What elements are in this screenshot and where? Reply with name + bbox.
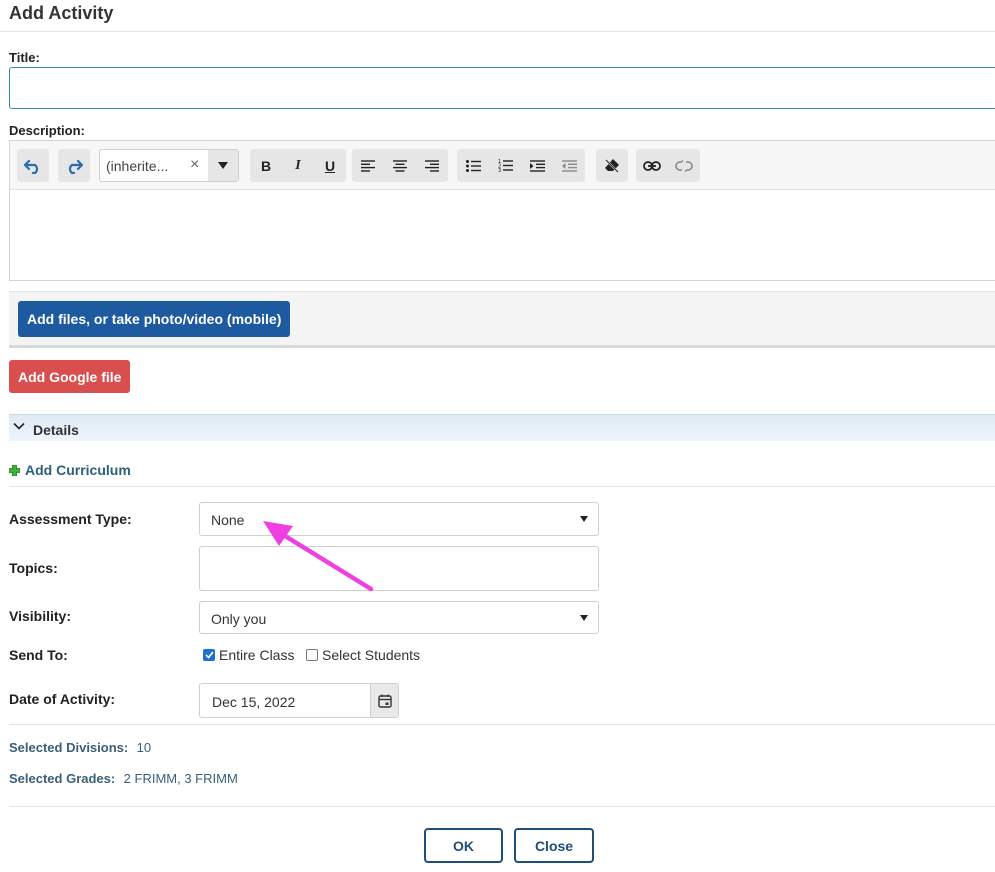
selected-grades-value: 2 FRIMM, 3 FRIMM [123, 771, 238, 786]
indent-button[interactable] [521, 149, 553, 182]
link-icon [643, 160, 661, 171]
visibility-label: Visibility: [9, 608, 71, 624]
selected-divisions-value: 10 [136, 740, 152, 755]
select-students-checkbox[interactable] [306, 649, 318, 661]
insert-link-button[interactable] [636, 149, 668, 182]
bold-button[interactable]: B [250, 149, 282, 182]
date-of-activity-label: Date of Activity: [9, 691, 116, 707]
clear-format-group [596, 149, 628, 182]
align-right-icon [425, 159, 439, 172]
description-label: Description: [9, 123, 85, 138]
caret-down-icon [218, 162, 228, 169]
check-icon [204, 651, 214, 659]
remove-link-button[interactable] [668, 149, 700, 182]
font-family-value: (inherite... [106, 158, 169, 174]
select-students-label: Select Students [322, 647, 421, 663]
date-divider [9, 724, 995, 725]
dialog-title: Add Activity [9, 3, 114, 23]
close-button[interactable]: Close [514, 828, 594, 863]
bold-icon: B [260, 157, 272, 174]
add-curriculum-label: Add Curriculum [25, 462, 131, 478]
bullet-list-button[interactable] [457, 149, 489, 182]
list-group: 123 [457, 149, 585, 182]
calendar-button[interactable] [370, 684, 398, 717]
editor-content-area[interactable] [10, 190, 995, 280]
calendar-icon [377, 694, 392, 708]
title-divider [0, 31, 995, 32]
visibility-select[interactable]: Only you [199, 601, 599, 634]
assessment-type-label: Assessment Type: [9, 511, 132, 527]
history-group [17, 149, 49, 182]
selected-divisions-label: Selected Divisions: [9, 740, 129, 755]
redo-button[interactable] [58, 149, 90, 182]
caret-down-icon [580, 516, 588, 522]
align-left-icon [361, 159, 375, 172]
details-label: Details [33, 422, 79, 438]
underline-button[interactable]: U [314, 149, 346, 182]
align-center-button[interactable] [384, 149, 416, 182]
clear-font-icon[interactable]: × [190, 156, 199, 174]
visibility-value: Only you [211, 611, 267, 627]
align-center-icon [393, 159, 407, 172]
outdent-button[interactable] [553, 149, 585, 182]
entire-class-label: Entire Class [219, 647, 295, 663]
editor-toolbar: (inherite... × B I U 1 2 3 [10, 141, 995, 190]
add-curriculum-link[interactable]: Add Curriculum [9, 462, 131, 478]
title-label: Title: [9, 50, 40, 65]
font-dropdown-button[interactable] [208, 150, 238, 181]
outdent-icon [561, 159, 577, 172]
curriculum-divider [9, 486, 995, 487]
align-right-button[interactable] [416, 149, 448, 182]
font-family-select[interactable]: (inherite... × [99, 149, 239, 182]
selected-divisions: Selected Divisions: 10 [9, 739, 151, 757]
select-students-option[interactable]: Select Students [306, 647, 420, 663]
selected-grades-label: Selected Grades: [9, 771, 116, 786]
date-value: Dec 15, 2022 [212, 694, 296, 710]
topics-label: Topics: [9, 560, 58, 576]
ok-button[interactable]: OK [424, 828, 503, 863]
caret-down-icon [580, 615, 588, 621]
assessment-type-value: None [211, 512, 245, 528]
selected-grades: Selected Grades: 2 FRIMM, 3 FRIMM [9, 770, 238, 788]
add-files-button[interactable]: Add files, or take photo/video (mobile) [18, 301, 291, 337]
numbered-list-button[interactable]: 123 [489, 149, 521, 182]
details-section-header[interactable]: Details [9, 414, 995, 441]
bullet-list-icon [465, 159, 481, 172]
eraser-icon [605, 158, 619, 173]
numbered-list-icon: 123 [498, 159, 513, 172]
italic-button[interactable]: I [282, 149, 314, 182]
undo-button[interactable] [17, 149, 49, 182]
add-google-file-button[interactable]: Add Google file [9, 360, 131, 393]
title-input[interactable] [9, 67, 995, 109]
entire-class-checkbox[interactable] [203, 649, 215, 661]
italic-icon: I [295, 157, 301, 173]
date-of-activity-field[interactable]: Dec 15, 2022 [199, 683, 399, 718]
plus-icon [9, 464, 20, 476]
underline-icon: U [324, 157, 336, 174]
alignment-group [352, 149, 448, 182]
redo-icon [68, 159, 83, 174]
align-left-button[interactable] [352, 149, 384, 182]
chevron-down-icon [13, 422, 25, 430]
redo-group [58, 149, 90, 182]
description-editor: (inherite... × B I U 1 2 3 [9, 140, 995, 281]
svg-text:3: 3 [498, 168, 501, 172]
indent-icon [529, 159, 545, 172]
undo-icon [24, 159, 39, 174]
clear-formatting-button[interactable] [596, 149, 628, 182]
link-group [636, 149, 700, 182]
entire-class-option[interactable]: Entire Class [203, 647, 294, 663]
footer-divider [9, 806, 995, 807]
upload-area: Add files, or take photo/video (mobile) [9, 291, 995, 348]
unlink-icon [675, 159, 693, 172]
annotation-arrow [263, 521, 374, 592]
send-to-label: Send To: [9, 647, 68, 663]
text-style-group: B I U [250, 149, 346, 182]
